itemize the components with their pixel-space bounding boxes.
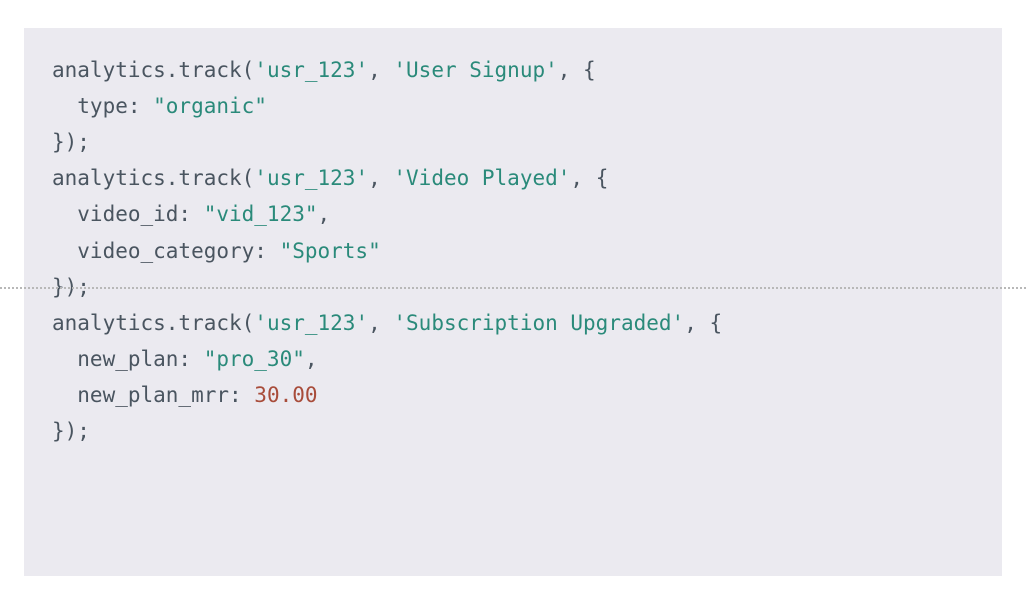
code-line: analytics.track('usr_123', 'Video Played… [52,160,974,196]
code-token: , [305,347,318,371]
code-token: , [368,58,393,82]
code-token: , [368,166,393,190]
code-container: analytics.track('usr_123', 'User Signup'… [52,52,974,449]
code-line: analytics.track('usr_123', 'User Signup'… [52,52,974,88]
code-line: analytics.track('usr_123', 'Subscription… [52,305,974,341]
code-line: new_plan: "pro_30", [52,341,974,377]
code-token: analytics.track( [52,311,254,335]
code-line: }); [52,413,974,449]
code-token: 'usr_123' [254,166,368,190]
code-token: 'User Signup' [393,58,557,82]
code-token: }); [52,130,90,154]
code-token: analytics.track( [52,58,254,82]
code-token: , [368,311,393,335]
code-token: "Sports" [280,239,381,263]
code-token: video_category: [77,239,279,263]
code-line: new_plan_mrr: 30.00 [52,377,974,413]
code-token: , { [558,58,596,82]
code-token: "organic" [153,94,267,118]
code-line: video_category: "Sports" [52,233,974,269]
code-token: 'usr_123' [254,311,368,335]
code-token: , { [684,311,722,335]
code-token: analytics.track( [52,166,254,190]
code-token: video_id: [77,202,203,226]
code-token: 'Subscription Upgraded' [393,311,684,335]
code-line: }); [52,124,974,160]
code-line: type: "organic" [52,88,974,124]
code-token: , [318,202,331,226]
code-token: type: [77,94,153,118]
section-divider [0,287,1026,289]
code-token: }); [52,419,90,443]
code-token: , { [570,166,608,190]
code-token: 30.00 [254,383,317,407]
code-token: 'Video Played' [393,166,570,190]
code-token: new_plan: [77,347,203,371]
code-token: "pro_30" [204,347,305,371]
code-token: 'usr_123' [254,58,368,82]
code-token: "vid_123" [204,202,318,226]
code-token: new_plan_mrr: [77,383,254,407]
code-line: video_id: "vid_123", [52,196,974,232]
code-block: analytics.track('usr_123', 'User Signup'… [24,28,1002,576]
